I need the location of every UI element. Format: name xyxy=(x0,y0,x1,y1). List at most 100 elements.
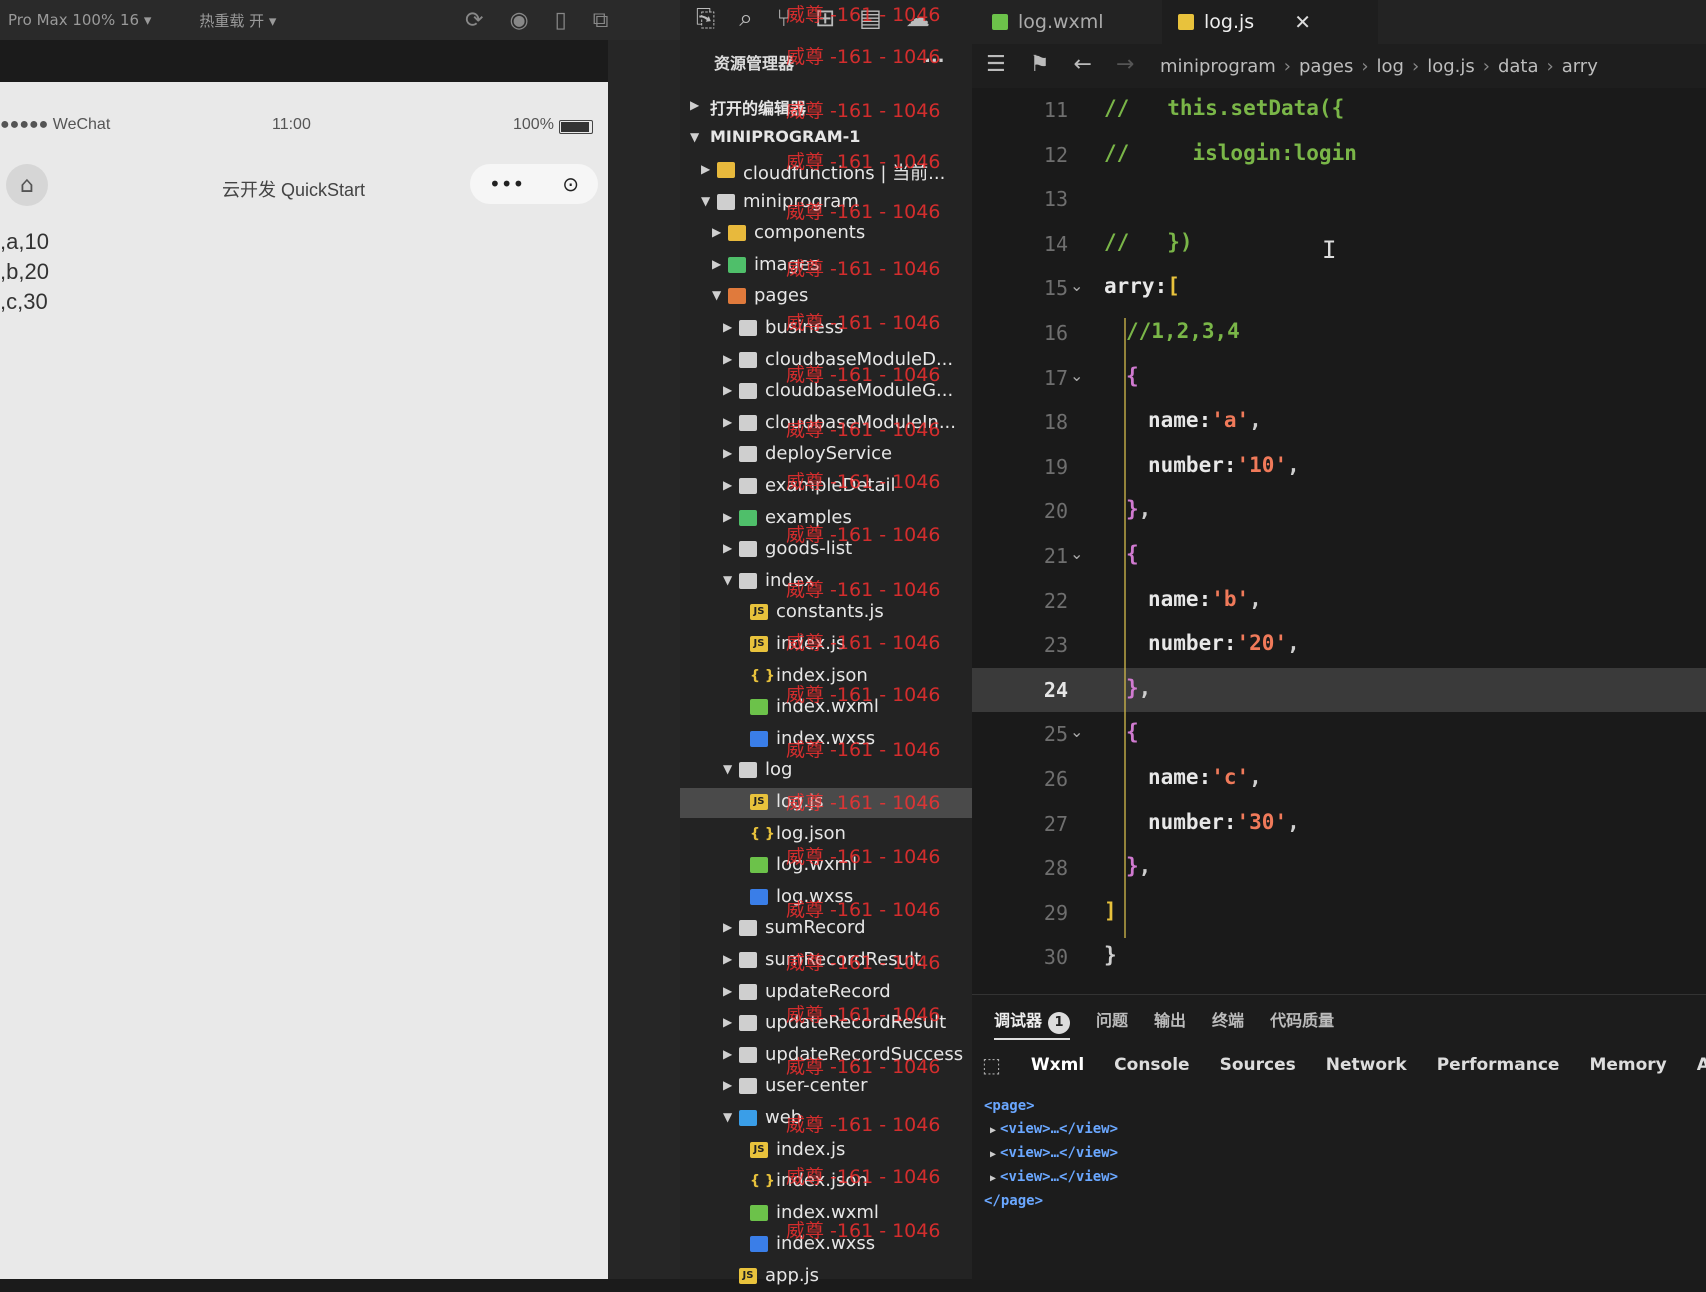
tree-item[interactable]: ▶ exampleDetail xyxy=(680,472,972,502)
tree-item[interactable]: ▶ updateRecordSuccess xyxy=(680,1041,972,1071)
record-icon[interactable]: ◉ xyxy=(509,8,528,33)
code-line[interactable]: 23 number:'20', xyxy=(972,623,1706,667)
source-control-icon[interactable]: ⑂ xyxy=(777,4,791,32)
tree-item[interactable]: ▶ cloudbaseModuleIn... xyxy=(680,409,972,439)
breadcrumb-item[interactable]: log xyxy=(1377,56,1404,77)
code-line[interactable]: 22 name:'b', xyxy=(972,579,1706,623)
chevron-down-icon[interactable]: ▼ xyxy=(723,1110,732,1124)
tree-item[interactable]: ▶ components xyxy=(680,219,972,249)
tree-item[interactable]: ▶ goods-list xyxy=(680,535,972,565)
expand-triangle-icon[interactable]: ▶ xyxy=(990,1125,996,1136)
expand-triangle-icon[interactable]: ▶ xyxy=(990,1173,996,1184)
tree-item[interactable]: ▶ cloudbaseModuleD... xyxy=(680,346,972,376)
chevron-right-icon[interactable]: ▶ xyxy=(723,920,732,934)
extensions-icon[interactable]: ⊞ xyxy=(815,4,835,32)
tree-item[interactable]: ▶ cloudbaseModuleG... xyxy=(680,377,972,407)
chevron-right-icon[interactable]: ▶ xyxy=(723,510,732,524)
back-arrow-icon[interactable]: ← xyxy=(1073,52,1091,77)
chevron-right-icon[interactable]: ▶ xyxy=(701,162,710,176)
dom-node-page-close[interactable]: </page> xyxy=(984,1190,1118,1213)
code-line[interactable]: 25 ⌄ { xyxy=(972,712,1706,756)
tree-item[interactable]: ▶ user-center xyxy=(680,1072,972,1102)
tree-item[interactable]: ▶ updateRecord xyxy=(680,978,972,1008)
hot-reload-toggle[interactable]: 热重载 开 ▾ xyxy=(199,10,276,31)
tab-terminal[interactable]: 终端 xyxy=(1212,1007,1244,1040)
home-icon[interactable]: ⌂ xyxy=(6,164,48,206)
tree-item[interactable]: index.wxss xyxy=(680,725,972,755)
tree-item[interactable]: ▶ examples xyxy=(680,504,972,534)
cloud-icon[interactable]: ☁ xyxy=(906,4,930,32)
dom-node-page-open[interactable]: <page> xyxy=(984,1095,1118,1118)
code-line[interactable]: 11 // this.setData({ xyxy=(972,88,1706,132)
bookmark-icon[interactable]: ⚑ xyxy=(1030,52,1050,77)
tree-item[interactable]: ▶ images xyxy=(680,251,972,281)
breadcrumb-item[interactable]: arry xyxy=(1562,56,1598,77)
breadcrumb-item[interactable]: miniprogram xyxy=(1160,56,1276,77)
tree-item[interactable]: log.wxml xyxy=(680,851,972,881)
chevron-down-icon[interactable]: ▼ xyxy=(723,762,732,776)
tree-item[interactable]: JS constants.js xyxy=(680,598,972,628)
chevron-right-icon[interactable]: ▶ xyxy=(712,257,721,271)
tree-item[interactable]: log.wxss xyxy=(680,883,972,913)
code-editor[interactable]: 11 // this.setData({12 // islogin:login 13 1… xyxy=(972,88,1706,994)
code-line[interactable]: 14 // }) xyxy=(972,222,1706,266)
open-editors-section[interactable]: ▶ 打开的编辑器 xyxy=(680,92,972,122)
chevron-right-icon[interactable]: ▶ xyxy=(723,541,732,555)
tree-item[interactable]: ▶ deployService xyxy=(680,440,972,470)
window-icon[interactable]: ⧉ xyxy=(593,8,609,33)
inspect-element-icon[interactable]: ⬚ xyxy=(982,1053,1001,1077)
devtools-tab-wxml[interactable]: Wxml xyxy=(1031,1055,1084,1075)
tab-code-quality[interactable]: 代码质量 xyxy=(1270,1007,1334,1040)
devtools-tab-network[interactable]: Network xyxy=(1326,1055,1407,1075)
files-icon[interactable]: ⎘ xyxy=(696,4,715,32)
code-line[interactable]: 30} xyxy=(972,935,1706,979)
explorer-more-button[interactable]: ... xyxy=(924,46,945,67)
code-line[interactable]: 24}, xyxy=(972,667,1706,712)
devtools-tab-performance[interactable]: Performance xyxy=(1437,1055,1560,1075)
tab-problems[interactable]: 问题 xyxy=(1096,1007,1128,1040)
close-target-icon[interactable]: ⊙ xyxy=(562,172,579,196)
code-line[interactable]: 28}, xyxy=(972,846,1706,890)
code-line[interactable]: 13 xyxy=(972,177,1706,221)
tree-item[interactable]: index.wxml xyxy=(680,693,972,723)
tree-item[interactable]: { } log.json xyxy=(680,820,972,850)
tree-item[interactable]: JS index.js xyxy=(680,1136,972,1166)
chevron-right-icon[interactable]: ▶ xyxy=(723,352,732,366)
project-root[interactable]: ▼ MINIPROGRAM-1 xyxy=(680,124,972,154)
dom-node-view[interactable]: ▶ <view>…</view> xyxy=(984,1118,1118,1142)
dom-node-view[interactable]: ▶ <view>…</view> xyxy=(984,1142,1118,1166)
code-line[interactable]: 18 name:'a', xyxy=(972,400,1706,444)
chevron-down-icon[interactable]: ▼ xyxy=(701,194,710,208)
chevron-right-icon[interactable]: ▶ xyxy=(723,446,732,460)
fold-chevron-icon[interactable]: ⌄ xyxy=(1070,544,1083,563)
chevron-right-icon[interactable]: ▶ xyxy=(723,1015,732,1029)
device-selector[interactable]: Pro Max 100% 16 ▾ xyxy=(8,11,151,29)
devtools-tab-console[interactable]: Console xyxy=(1114,1055,1189,1075)
chevron-down-icon[interactable]: ▼ xyxy=(690,130,699,144)
breadcrumb-item[interactable]: data xyxy=(1498,56,1539,77)
chevron-down-icon[interactable]: ▼ xyxy=(712,288,721,302)
tree-item[interactable]: ▼ miniprogram xyxy=(680,188,972,218)
code-line[interactable]: 21 ⌄ { xyxy=(972,534,1706,578)
code-line[interactable]: 27 number:'30', xyxy=(972,802,1706,846)
code-line[interactable]: 15 ⌄ arry:[ xyxy=(972,266,1706,310)
search-icon[interactable]: ⌕ xyxy=(739,4,752,32)
tree-item[interactable]: ▼ web xyxy=(680,1104,972,1134)
tab-log-js[interactable]: log.js ✕ xyxy=(1162,0,1378,44)
code-line[interactable]: 17 ⌄ { xyxy=(972,356,1706,400)
code-line[interactable]: 20}, xyxy=(972,489,1706,533)
chevron-right-icon[interactable]: ▶ xyxy=(723,1047,732,1061)
capsule-menu[interactable]: ••• ⊙ xyxy=(470,164,598,204)
refresh-icon[interactable]: ⟳ xyxy=(465,8,483,33)
tree-item[interactable]: { } index.json xyxy=(680,1167,972,1197)
close-icon[interactable]: ✕ xyxy=(1294,10,1311,34)
code-line[interactable]: 26 name:'c', xyxy=(972,757,1706,801)
tree-item[interactable]: ▼ index xyxy=(680,567,972,597)
tab-output[interactable]: 输出 xyxy=(1154,1007,1186,1040)
chevron-right-icon[interactable]: ▶ xyxy=(723,1078,732,1092)
list-icon[interactable]: ☰ xyxy=(986,52,1006,77)
tree-item[interactable]: JS index.js xyxy=(680,630,972,660)
fold-chevron-icon[interactable]: ⌄ xyxy=(1070,276,1083,295)
breadcrumb-item[interactable]: pages xyxy=(1299,56,1353,77)
chevron-right-icon[interactable]: ▶ xyxy=(723,320,732,334)
